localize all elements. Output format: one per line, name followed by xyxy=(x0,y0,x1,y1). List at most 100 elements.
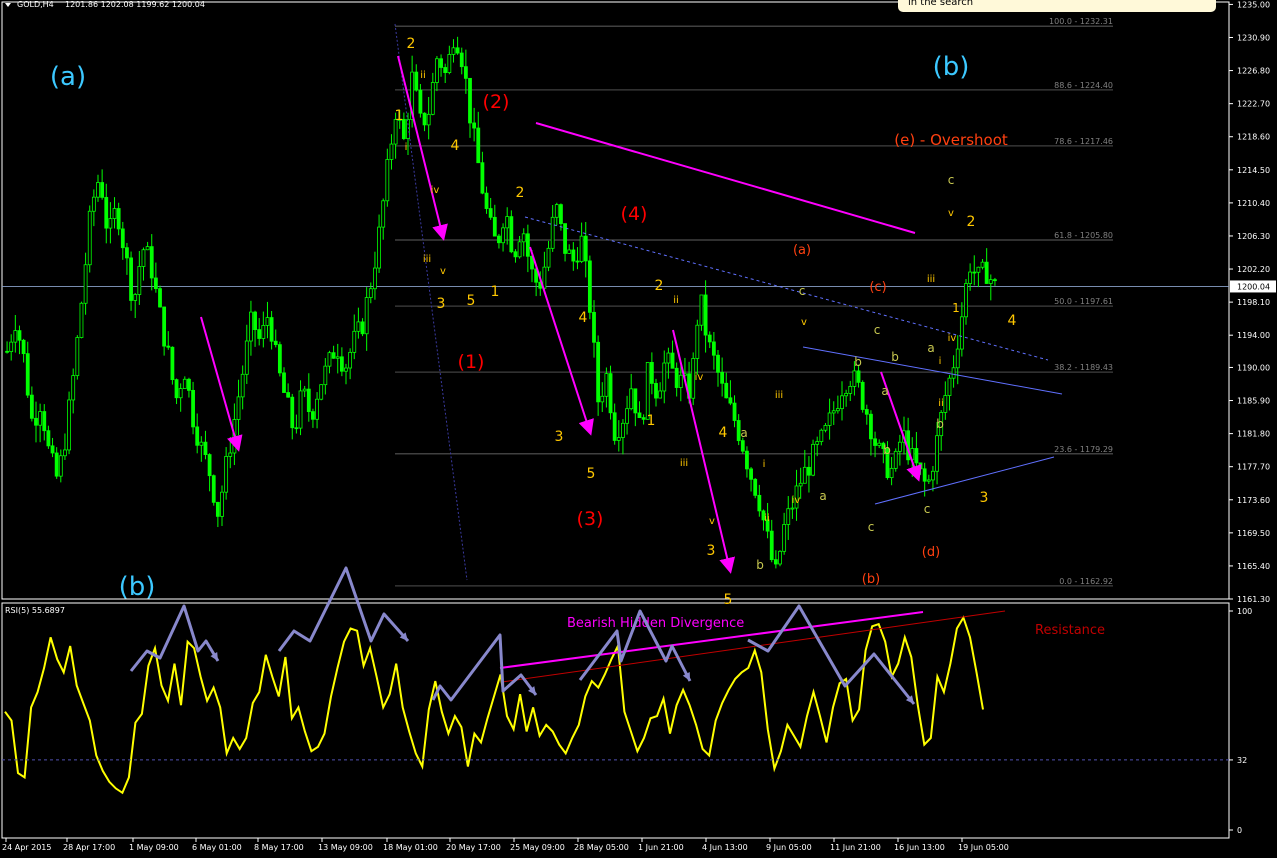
wave-label-minor: ii xyxy=(673,295,679,306)
wave-label-minor: c xyxy=(868,520,875,534)
candle-body xyxy=(831,410,836,414)
wave-labels: (a) (b) (b) (1) (2) (3) (4) (e) - Overshoot (a) (… xyxy=(50,36,1017,608)
triangle-lower-line xyxy=(874,456,1055,505)
gold-h4-chart[interactable]: 100.0 - 1232.31 88.6 - 1224.40 78.6 - 1217… xyxy=(0,0,1277,858)
candle-body xyxy=(745,450,749,470)
candle-body xyxy=(959,316,964,350)
rsi-label: RSI(5) 55.6897 xyxy=(5,606,65,615)
fib-label: 0.0 - 1162.92 xyxy=(1059,577,1113,586)
candle-body xyxy=(215,501,220,517)
candle-body xyxy=(87,210,92,266)
candle-body xyxy=(575,260,580,263)
wave-label-major: (1) xyxy=(458,351,485,373)
candle-body xyxy=(472,122,477,129)
candle-body xyxy=(654,383,658,399)
candle-body xyxy=(707,334,712,343)
candle-body xyxy=(596,341,601,403)
candle-body xyxy=(377,226,381,269)
candle-body xyxy=(286,392,291,398)
candle-body xyxy=(790,507,795,510)
candle-body xyxy=(422,112,427,126)
candle-body xyxy=(703,294,708,336)
candle-body xyxy=(815,441,820,445)
price-panel-border xyxy=(1,1,1230,600)
fib-label: 50.0 - 1197.61 xyxy=(1054,297,1113,306)
divergence-zigzag xyxy=(277,566,410,652)
candle-body xyxy=(323,365,328,386)
divergence-label: Bearish Hidden Divergence xyxy=(567,616,744,631)
candle-body xyxy=(571,249,576,262)
candle-body xyxy=(757,494,762,512)
chart-window: 100.0 - 1232.31 88.6 - 1224.40 78.6 - 1217… xyxy=(0,0,1277,858)
candle-body xyxy=(29,394,34,419)
wave-label-minor: ii xyxy=(420,70,426,81)
candle-body xyxy=(191,389,195,428)
candle-body xyxy=(385,159,390,202)
candle-body xyxy=(604,373,609,397)
candle-body xyxy=(637,412,642,419)
candle-body xyxy=(236,396,241,420)
divergence-zigzag xyxy=(431,633,538,702)
ohlc-readout: 1201.86 1202.08 1199.62 1200.04 xyxy=(65,0,205,9)
candle-body xyxy=(844,392,849,397)
candle-body xyxy=(311,411,315,420)
candle-body xyxy=(621,422,625,438)
wave-label-major: (a) xyxy=(793,243,811,258)
candle-body xyxy=(728,397,733,404)
candle-body xyxy=(418,89,423,114)
candle-body xyxy=(926,479,931,482)
wave-label-minor: 1 xyxy=(647,413,656,429)
wave-label-minor: a xyxy=(740,426,747,440)
dropdown-triangle-icon[interactable] xyxy=(5,3,11,7)
candle-body xyxy=(265,317,270,326)
candle-body xyxy=(5,350,9,353)
candle-body xyxy=(389,143,394,160)
time-tick-label: 8 May 17:00 xyxy=(254,843,304,852)
candle-body xyxy=(968,271,973,284)
candle-body xyxy=(546,247,551,268)
candle-body xyxy=(273,340,278,346)
price-tick-label: 1235.00 xyxy=(1237,0,1270,9)
candle-body xyxy=(195,426,200,446)
candle-body xyxy=(658,390,663,399)
candle-body xyxy=(17,330,22,341)
candle-body xyxy=(935,435,939,472)
wave-label-major: (3) xyxy=(577,508,604,530)
candle-body xyxy=(315,398,319,420)
magenta-down-arrow xyxy=(672,329,736,574)
candle-body xyxy=(108,218,113,229)
candle-body xyxy=(83,264,88,304)
candle-body xyxy=(674,367,679,388)
time-tick-label: 6 May 01:00 xyxy=(192,843,242,852)
candle-body xyxy=(501,227,505,244)
divergence-zigzag xyxy=(129,604,220,672)
candle-body xyxy=(439,58,443,68)
time-tick-label: 4 Jun 13:00 xyxy=(702,843,748,852)
candle-body xyxy=(75,337,80,377)
candle-body xyxy=(50,445,55,454)
candle-body xyxy=(943,395,948,413)
candle-body xyxy=(153,277,158,290)
candle-body xyxy=(125,247,129,259)
wave-label-minor: b xyxy=(883,443,891,457)
candle-body xyxy=(856,370,861,383)
candle-body xyxy=(224,456,229,493)
candle-body xyxy=(711,341,716,356)
time-tick-label: 11 Jun 21:00 xyxy=(830,843,881,852)
wave-label-minor: c xyxy=(799,284,806,298)
candle-body xyxy=(505,216,510,229)
candle-body xyxy=(149,246,154,279)
candle-body xyxy=(129,257,133,301)
candle-body xyxy=(695,324,700,359)
wave-label-minor: a xyxy=(881,384,888,398)
candle-body xyxy=(459,52,464,68)
price-tick-label: 1230.90 xyxy=(1237,33,1270,42)
candle-body xyxy=(199,441,204,446)
candle-body xyxy=(220,491,224,517)
candle-body xyxy=(976,266,981,273)
rsi-tick-label: 32 xyxy=(1237,756,1247,765)
chart-header: GOLD,H4 1201.86 1202.08 1199.62 1200.04 … xyxy=(5,0,205,615)
candle-body xyxy=(922,468,927,482)
time-tick-label: 1 May 09:00 xyxy=(129,843,179,852)
candle-body xyxy=(302,388,307,392)
